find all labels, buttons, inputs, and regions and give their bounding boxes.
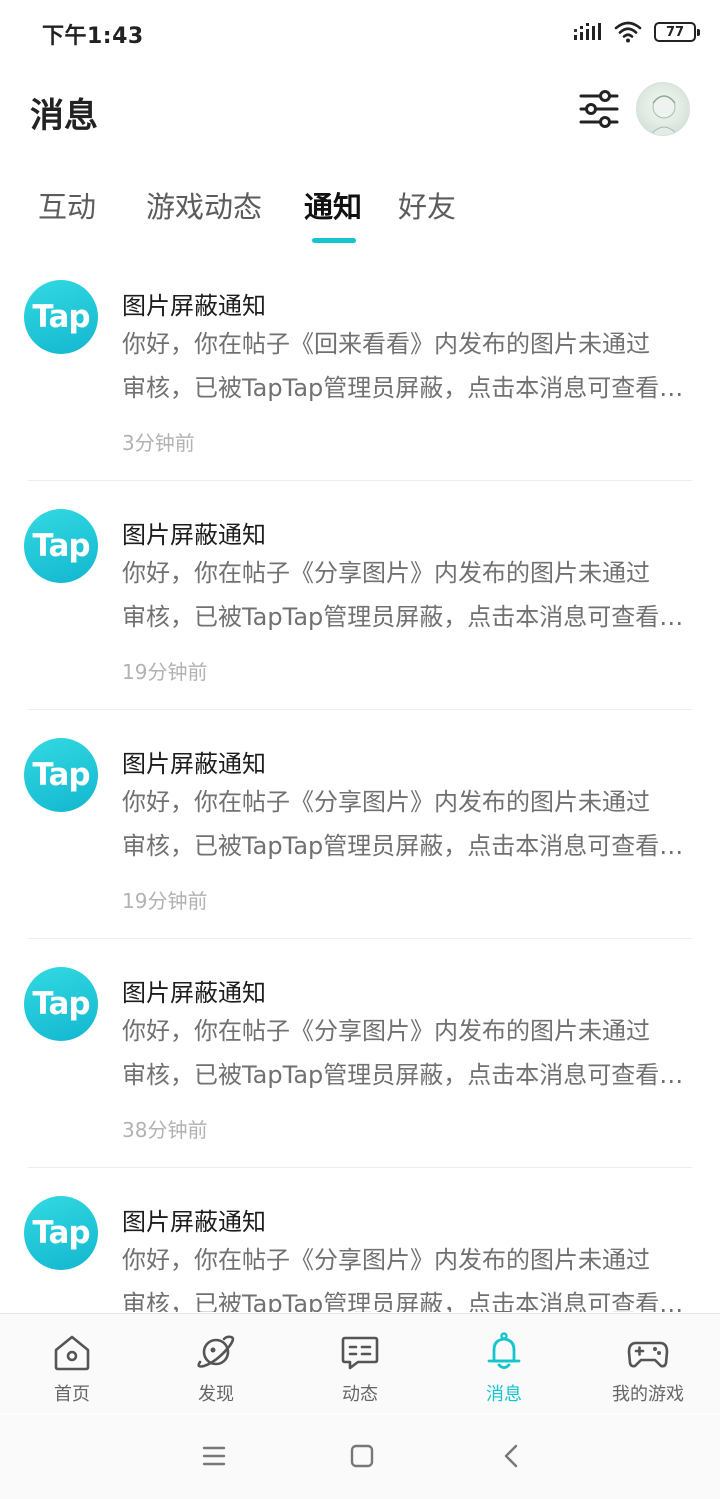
page-header: 消息 <box>0 72 720 152</box>
taptap-logo: Tap <box>24 738 98 812</box>
back-icon[interactable] <box>494 1438 530 1474</box>
notification-item[interactable]: Tap 图片屏蔽通知 你好，你在帖子《回来看看》内发布的图片未通过 审核，已被T… <box>0 272 720 501</box>
avatar-illustration <box>650 95 678 135</box>
notification-title: 图片屏蔽通知 <box>122 1208 266 1236</box>
notification-item[interactable]: Tap 图片屏蔽通知 你好，你在帖子《分享图片》内发布的图片未通过 审核，已被T… <box>0 730 720 959</box>
notification-item[interactable]: Tap 图片屏蔽通知 你好，你在帖子《分享图片》内发布的图片未通过 审核，已被T… <box>0 959 720 1188</box>
user-avatar[interactable] <box>636 82 690 136</box>
wifi-icon <box>614 21 642 43</box>
notification-body-line: 审核，已被TapTap管理员屏蔽，点击本消息可查看详情 <box>122 603 694 631</box>
nav-home[interactable]: 首页 <box>0 1314 144 1414</box>
taptap-logo: Tap <box>24 967 98 1041</box>
taptap-logo-text: Tap <box>32 299 90 335</box>
notification-body-line: 你好，你在帖子《分享图片》内发布的图片未通过 <box>122 1246 650 1274</box>
notification-body-line: 审核，已被TapTap管理员屏蔽，点击本消息可查看详情 <box>122 832 694 860</box>
notification-body-line: 审核，已被TapTap管理员屏蔽，点击本消息可查看详情 <box>122 1061 694 1089</box>
taptap-logo: Tap <box>24 280 98 354</box>
notification-item[interactable]: Tap 图片屏蔽通知 你好，你在帖子《分享图片》内发布的图片未通过 审核，已被T… <box>0 501 720 730</box>
gamepad-icon <box>627 1341 669 1368</box>
nav-discover[interactable]: 发现 <box>144 1314 288 1414</box>
taptap-logo-text: Tap <box>32 757 90 793</box>
tab-friends[interactable]: 好友 <box>398 184 456 226</box>
notification-body-line: 你好，你在帖子《回来看看》内发布的图片未通过 <box>122 330 650 358</box>
notification-title: 图片屏蔽通知 <box>122 292 266 320</box>
notification-body-line: 你好，你在帖子《分享图片》内发布的图片未通过 <box>122 788 650 816</box>
home-icon <box>54 1335 90 1371</box>
active-tab-indicator <box>312 238 356 243</box>
page-title: 消息 <box>30 96 98 136</box>
notification-body-line: 你好，你在帖子《分享图片》内发布的图片未通过 <box>122 559 650 587</box>
taptap-logo: Tap <box>24 509 98 583</box>
nav-label: 动态 <box>342 1384 378 1405</box>
home-square-icon[interactable] <box>344 1438 380 1474</box>
notification-time: 19分钟前 <box>122 889 208 913</box>
notification-time: 19分钟前 <box>122 660 208 684</box>
notification-body-line: 审核，已被TapTap管理员屏蔽，点击本消息可查看详情 <box>122 374 694 402</box>
notification-body: 你好，你在帖子《分享图片》内发布的图片未通过 审核，已被TapTap管理员屏蔽，… <box>122 1238 694 1312</box>
filter-button[interactable] <box>576 86 622 132</box>
nav-label: 发现 <box>198 1384 234 1405</box>
status-bar: 下午1:43 77 <box>0 0 720 64</box>
notification-time: 3分钟前 <box>122 431 195 455</box>
notification-list[interactable]: Tap 图片屏蔽通知 你好，你在帖子《回来看看》内发布的图片未通过 审核，已被T… <box>0 262 720 1312</box>
divider <box>28 938 692 939</box>
system-nav-bar <box>0 1414 720 1499</box>
divider <box>28 709 692 710</box>
notification-body: 你好，你在帖子《分享图片》内发布的图片未通过 审核，已被TapTap管理员屏蔽，… <box>122 780 694 868</box>
notification-body-line: 你好，你在帖子《分享图片》内发布的图片未通过 <box>122 1017 650 1045</box>
notification-item[interactable]: Tap 图片屏蔽通知 你好，你在帖子《分享图片》内发布的图片未通过 审核，已被T… <box>0 1188 720 1312</box>
signal-icon <box>574 23 601 40</box>
notification-title: 图片屏蔽通知 <box>122 750 266 778</box>
taptap-logo-text: Tap <box>32 1215 90 1251</box>
nav-label: 消息 <box>486 1384 522 1405</box>
notification-body: 你好，你在帖子《分享图片》内发布的图片未通过 审核，已被TapTap管理员屏蔽，… <box>122 551 694 639</box>
battery-level: 77 <box>665 24 685 40</box>
status-time: 下午1:43 <box>42 24 144 49</box>
notification-body: 你好，你在帖子《回来看看》内发布的图片未通过 审核，已被TapTap管理员屏蔽，… <box>122 322 694 410</box>
nav-label: 首页 <box>54 1384 90 1405</box>
taptap-logo-text: Tap <box>32 528 90 564</box>
status-icons: 77 <box>574 18 700 46</box>
tab-interaction[interactable]: 互动 <box>38 184 96 226</box>
notification-title: 图片屏蔽通知 <box>122 979 266 1007</box>
notification-body-line: 审核，已被TapTap管理员屏蔽，点击本消息可查看详情 <box>122 1290 694 1312</box>
divider <box>28 480 692 481</box>
taptap-logo-text: Tap <box>32 986 90 1022</box>
tab-game-updates[interactable]: 游戏动态 <box>146 184 262 226</box>
notification-time: 38分钟前 <box>122 1118 208 1142</box>
chat-bubble-icon <box>341 1336 379 1370</box>
battery-icon: 77 <box>654 22 700 42</box>
filter-sliders-icon <box>579 90 619 128</box>
bell-icon <box>487 1332 521 1369</box>
tab-notifications[interactable]: 通知 <box>304 184 362 226</box>
notification-title: 图片屏蔽通知 <box>122 521 266 549</box>
notification-body: 你好，你在帖子《分享图片》内发布的图片未通过 审核，已被TapTap管理员屏蔽，… <box>122 1009 694 1097</box>
message-tabs: 互动 游戏动态 通知 好友 <box>0 172 720 252</box>
planet-icon <box>197 1335 235 1368</box>
nav-label: 我的游戏 <box>612 1384 684 1405</box>
nav-messages[interactable]: 消息 <box>432 1314 576 1414</box>
nav-feed[interactable]: 动态 <box>288 1314 432 1414</box>
bottom-nav: 首页 发现 动态 消息 我的游戏 <box>0 1313 720 1413</box>
taptap-logo: Tap <box>24 1196 98 1270</box>
menu-icon[interactable] <box>196 1438 232 1474</box>
divider <box>28 1167 692 1168</box>
nav-my-games[interactable]: 我的游戏 <box>576 1314 720 1414</box>
